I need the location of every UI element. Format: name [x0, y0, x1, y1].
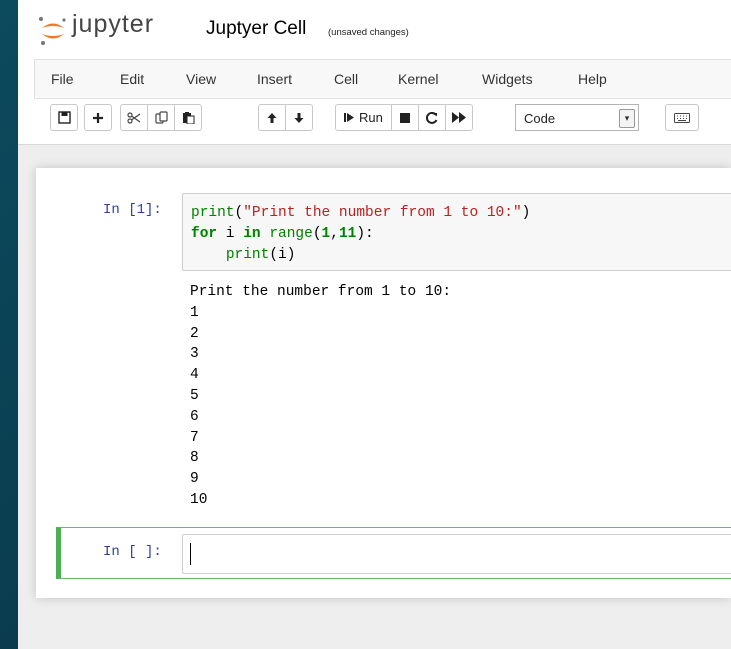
menu-bar: File Edit View Insert Cell Kernel Widget…	[34, 59, 731, 99]
jupyter-window: jupyter Juptyer Cell (unsaved changes) F…	[18, 0, 731, 649]
menu-help[interactable]: Help	[578, 71, 607, 87]
menu-insert[interactable]: Insert	[257, 71, 292, 87]
cell-prompt: In [1]:	[103, 202, 162, 218]
code-line: print(i)	[225, 247, 296, 263]
insert-cell-button[interactable]	[84, 104, 112, 131]
code-line: print("Print the number from 1 to 10:")	[191, 205, 531, 221]
move-up-button[interactable]	[258, 104, 286, 131]
menu-cell[interactable]: Cell	[334, 71, 358, 87]
notebook-header: jupyter Juptyer Cell (unsaved changes) F…	[18, 0, 731, 145]
empty-code-cell-input[interactable]	[182, 534, 731, 574]
save-icon	[57, 111, 71, 124]
text-cursor	[190, 543, 191, 565]
move-down-button[interactable]	[285, 104, 313, 131]
toolbar: Run Code ▾	[34, 104, 731, 134]
restart-icon	[425, 111, 438, 124]
save-button[interactable]	[50, 104, 78, 131]
restart-run-all-button[interactable]	[444, 104, 473, 131]
cell-type-select[interactable]: Code ▾	[515, 104, 639, 131]
menu-kernel[interactable]: Kernel	[398, 71, 438, 87]
menu-file[interactable]: File	[51, 71, 74, 87]
menu-view[interactable]: View	[186, 71, 216, 87]
jupyter-logo-icon[interactable]	[38, 16, 68, 46]
restart-button[interactable]	[417, 104, 446, 131]
paste-icon	[182, 112, 194, 124]
copy-button[interactable]	[147, 104, 175, 131]
code-editor[interactable]: print("Print the number from 1 to 10:") …	[191, 203, 530, 266]
cut-button[interactable]	[120, 104, 148, 131]
fast-forward-icon	[451, 112, 466, 123]
save-status: (unsaved changes)	[328, 27, 409, 38]
run-icon	[344, 113, 354, 122]
paste-button[interactable]	[174, 104, 202, 131]
menu-edit[interactable]: Edit	[120, 71, 144, 87]
copy-icon	[154, 111, 168, 124]
arrow-up-icon	[267, 112, 277, 123]
cell-type-value: Code	[524, 111, 556, 126]
jupyter-brand[interactable]: jupyter	[72, 10, 154, 39]
stop-icon	[399, 112, 410, 123]
scissors-icon	[127, 111, 141, 124]
arrow-down-icon	[294, 112, 304, 123]
code-cell-input[interactable]: print("Print the number from 1 to 10:") …	[182, 193, 731, 271]
run-label: Run	[359, 110, 383, 125]
cell-output: Print the number from 1 to 10: 1 2 3 4 5…	[190, 284, 452, 508]
run-button[interactable]: Run	[335, 104, 392, 131]
dropdown-caret-icon: ▾	[619, 109, 635, 128]
interrupt-button[interactable]	[390, 104, 419, 131]
cell-prompt-empty: In [ ]:	[103, 544, 162, 560]
code-line: for i in range(1,11):	[191, 226, 374, 242]
notebook-container: In [1]: print("Print the number from 1 t…	[36, 168, 731, 598]
notebook-name[interactable]: Juptyer Cell	[206, 18, 306, 40]
command-palette-button[interactable]	[665, 104, 699, 131]
keyboard-icon	[674, 112, 690, 123]
menu-widgets[interactable]: Widgets	[482, 71, 533, 87]
plus-icon	[93, 112, 103, 123]
